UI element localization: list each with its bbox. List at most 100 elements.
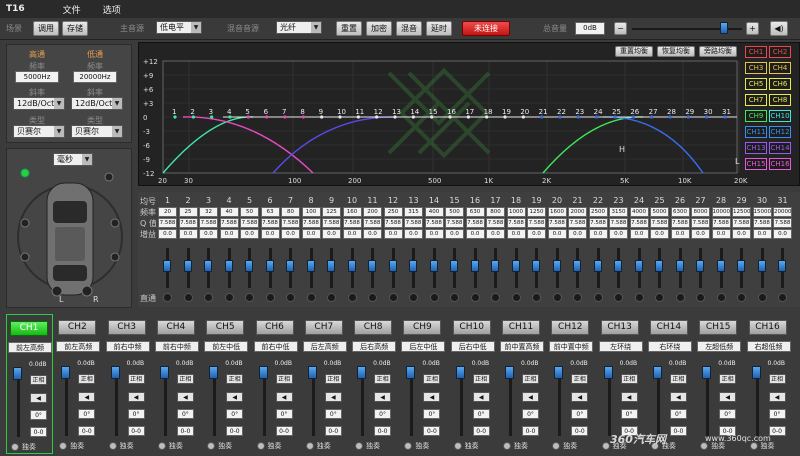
eq-q-cell[interactable]: 7.588 — [732, 218, 751, 228]
eq-gain-cell[interactable]: 0.0 — [465, 229, 485, 239]
eq-gain-cell[interactable]: 0.0 — [260, 229, 280, 239]
eq-bypass-toggle[interactable] — [532, 293, 541, 302]
eq-freqs-cell[interactable]: 8000 — [691, 207, 710, 217]
phase-angle-value[interactable]: 0° — [768, 409, 786, 419]
eq-gain-slider-knob[interactable] — [655, 260, 663, 272]
eq-freqs-cell[interactable]: 630 — [465, 207, 485, 217]
eq-bypass-toggle[interactable] — [450, 293, 459, 302]
eq-q-cell[interactable]: 7.588 — [547, 218, 567, 228]
eq-gain-slider-knob[interactable] — [573, 260, 581, 272]
eq-freqs-cell[interactable]: 100 — [301, 207, 321, 217]
eq-gain-slider-knob[interactable] — [265, 260, 274, 272]
eq-gain-cell[interactable]: 0.0 — [609, 229, 628, 239]
phase-angle-value[interactable]: 0° — [226, 409, 244, 419]
save-button[interactable]: 存储 — [62, 21, 88, 36]
eq-bypass-toggle[interactable] — [573, 293, 582, 302]
phase-angle-value[interactable]: 0° — [275, 409, 293, 419]
eq-q-cell[interactable]: 7.588 — [219, 218, 239, 228]
eq-q-cell[interactable]: 7.588 — [240, 218, 259, 228]
eq-gain-slider-knob[interactable] — [552, 260, 561, 272]
eq-gain-cell[interactable]: 0.0 — [404, 229, 423, 239]
channel-name-field[interactable]: 右超低频 — [746, 341, 791, 352]
eq-gain-slider-knob[interactable] — [737, 260, 745, 272]
master-volume-knob[interactable] — [720, 22, 728, 34]
eq-bypass-toggle[interactable] — [429, 293, 439, 302]
phase-button[interactable]: 正相 — [768, 374, 786, 384]
recall-button[interactable]: 调用 — [33, 21, 59, 36]
channel-select-ch16[interactable]: CH16 — [769, 158, 791, 170]
eq-q-cell[interactable]: 7.588 — [650, 218, 669, 228]
eq-gain-slider-knob[interactable] — [614, 260, 622, 272]
channel-name-field[interactable]: 前右中频 — [154, 341, 199, 352]
eq-bypass-toggle[interactable] — [737, 293, 746, 302]
channel-name-field[interactable]: 后左中低 — [401, 341, 446, 352]
eq-q-cell[interactable]: 7.588 — [465, 218, 485, 228]
eq-bypass-toggle[interactable] — [265, 293, 275, 302]
solo-radio[interactable] — [601, 442, 610, 450]
eq-q-cell[interactable]: 7.588 — [342, 218, 362, 228]
delay-button[interactable]: 延时 — [426, 21, 452, 36]
channel-select-ch8[interactable]: CH8 — [769, 94, 791, 106]
mute-icon[interactable]: ◀ — [374, 392, 392, 402]
eq-q-cell[interactable]: 7.588 — [609, 218, 628, 228]
eq-bypass-toggle[interactable] — [347, 293, 357, 302]
eq-freqs-cell[interactable]: 500 — [445, 207, 464, 217]
channel-gain-slider-knob[interactable] — [751, 366, 761, 379]
phase-angle-value[interactable]: 0° — [472, 409, 490, 419]
eq-gain-slider-knob[interactable] — [347, 260, 356, 272]
channel-button[interactable]: CH11 — [502, 320, 540, 335]
volume-minus-button[interactable]: − — [614, 22, 627, 35]
channel-button[interactable]: CH7 — [304, 320, 343, 335]
eq-bypass-toggle[interactable] — [409, 293, 418, 302]
hp-slope-select[interactable]: 12dB/Oct ▼ — [13, 97, 65, 110]
eq-gain-cell[interactable]: 0.0 — [486, 229, 505, 239]
eq-freqs-cell[interactable]: 250 — [383, 207, 403, 217]
solo-radio[interactable] — [552, 442, 561, 450]
mixer-button[interactable]: 混音 — [396, 21, 422, 36]
eq-freqs-cell[interactable]: 15000 — [752, 207, 772, 217]
solo-radio[interactable] — [157, 442, 166, 450]
eq-gain-slider-knob[interactable] — [368, 260, 376, 272]
eq-gain-cell[interactable]: 0.0 — [281, 229, 300, 239]
channel-name-field[interactable]: 前右中低 — [253, 341, 298, 352]
channel-button[interactable]: CH2 — [58, 320, 97, 335]
eq-bypass-toggle[interactable] — [286, 293, 295, 302]
eq-gain-slider-knob[interactable] — [532, 260, 540, 272]
main-source-select[interactable]: 低电平 ▼ — [156, 21, 202, 34]
eq-q-cell[interactable]: 7.588 — [445, 218, 464, 228]
eq-bypass-toggle[interactable] — [491, 293, 500, 302]
eq-freqs-cell[interactable]: 40 — [219, 207, 239, 217]
eq-freqs-cell[interactable]: 4000 — [629, 207, 649, 217]
eq-gain-cell[interactable]: 0.0 — [527, 229, 546, 239]
eq-q-cell[interactable]: 7.588 — [773, 218, 792, 228]
eq-gain-slider-knob[interactable] — [593, 260, 602, 272]
link-value[interactable]: 0-0 — [374, 426, 392, 436]
link-value[interactable]: 0-0 — [127, 426, 145, 436]
eq-q-cell[interactable]: 7.588 — [260, 218, 280, 228]
channel-button[interactable]: CH1 — [10, 321, 48, 336]
phase-angle-value[interactable]: 0° — [127, 409, 145, 419]
channel-gain-slider-knob[interactable] — [258, 366, 268, 379]
channel-name-field[interactable]: 前中置中频 — [549, 341, 594, 352]
eq-bypass-toggle[interactable] — [163, 293, 172, 302]
eq-gain-cell[interactable]: 0.0 — [773, 229, 792, 239]
eq-bypass-toggle[interactable] — [224, 293, 234, 302]
eq-freqs-cell[interactable]: 3150 — [609, 207, 628, 217]
phase-button[interactable]: 正相 — [226, 374, 244, 384]
mute-icon[interactable]: ◀ — [127, 392, 145, 402]
channel-gain-slider-knob[interactable] — [652, 366, 662, 379]
eq-bypass-toggle[interactable] — [511, 293, 521, 302]
hp-freq-input[interactable]: 5000Hz — [15, 71, 59, 83]
eq-freqs-cell[interactable]: 125 — [322, 207, 341, 217]
channel-name-field[interactable]: 左超低频 — [697, 341, 742, 352]
link-value[interactable]: 0-0 — [275, 426, 293, 436]
channel-name-field[interactable]: 前左中低 — [204, 341, 249, 352]
eq-bypass-toggle[interactable] — [716, 293, 726, 302]
eq-q-cell[interactable]: 7.588 — [506, 218, 526, 228]
bypass-eq-button[interactable]: 旁路均衡 — [699, 46, 737, 57]
phase-angle-value[interactable]: 0° — [78, 409, 96, 419]
channel-select-ch7[interactable]: CH7 — [745, 94, 767, 106]
link-value[interactable]: 0-0 — [78, 426, 96, 436]
eq-freqs-cell[interactable]: 25 — [178, 207, 198, 217]
eq-gain-cell[interactable]: 0.0 — [178, 229, 198, 239]
